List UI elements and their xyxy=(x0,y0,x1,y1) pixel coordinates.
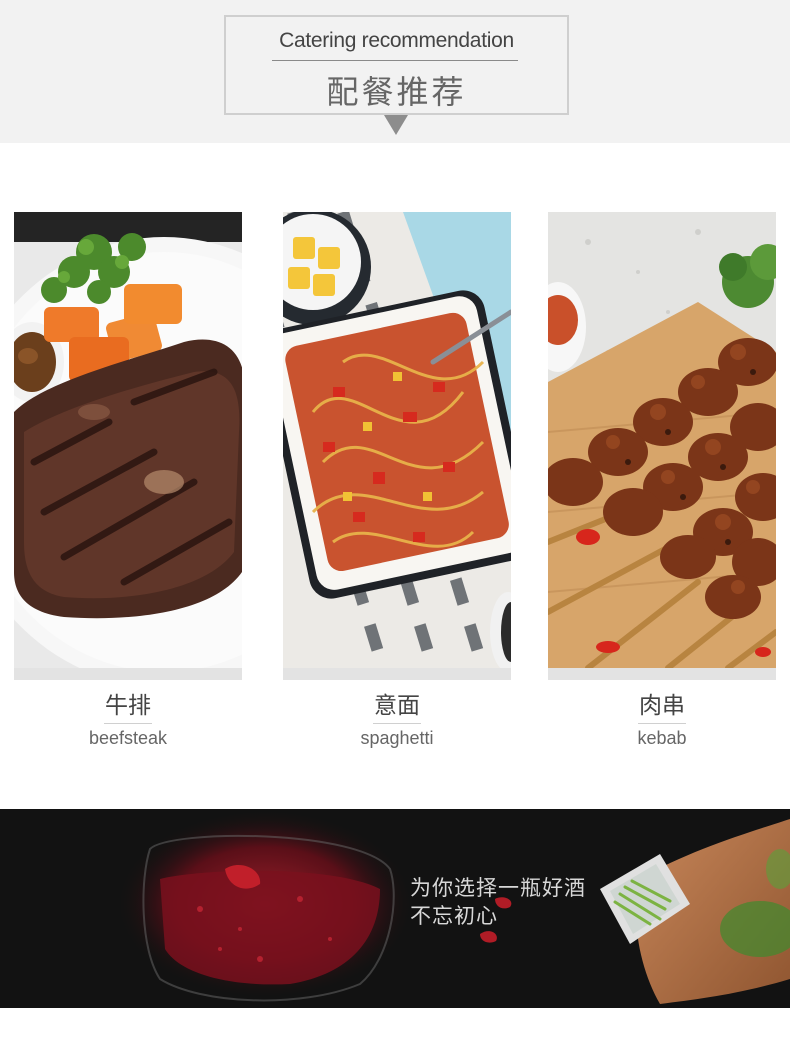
banner-slogan: 为你选择一瓶好酒 不忘初心 xyxy=(410,875,586,931)
wine-banner: 为你选择一瓶好酒 不忘初心 xyxy=(0,809,790,1008)
dish-name-english: spaghetti xyxy=(360,728,434,748)
dish-name-divider xyxy=(373,723,421,724)
down-arrow-icon xyxy=(384,115,408,135)
kebab-photo xyxy=(548,212,776,668)
title-divider xyxy=(272,60,518,61)
title-chinese: 配餐推荐 xyxy=(326,74,467,110)
photo-caption-strip xyxy=(14,668,242,680)
banner-slogan-line-2: 不忘初心 xyxy=(410,905,498,928)
dish-name-chinese: 肉串 xyxy=(639,692,685,718)
dish-name-english: beefsteak xyxy=(88,728,168,748)
spaghetti-photo xyxy=(283,212,511,668)
dish-name-chinese: 牛排 xyxy=(105,692,151,718)
photo-caption-strip xyxy=(548,668,776,680)
dish-name-divider xyxy=(104,723,152,724)
title-frame: Catering recommendation 配餐推荐 xyxy=(224,15,569,115)
beefsteak-photo xyxy=(14,212,242,668)
dish-name-divider xyxy=(638,723,686,724)
banner-slogan-line-1: 为你选择一瓶好酒 xyxy=(410,877,586,900)
dish-card-spaghetti[interactable]: 意面 spaghetti xyxy=(283,212,511,749)
section-header: Catering recommendation 配餐推荐 xyxy=(0,0,790,143)
dish-card-kebab[interactable]: 肉串 kebab xyxy=(548,212,776,749)
title-english: Catering recommendation xyxy=(279,29,514,52)
dish-name-english: kebab xyxy=(637,728,687,748)
dish-card-beefsteak[interactable]: 牛排 beefsteak xyxy=(14,212,242,749)
dish-name-chinese: 意面 xyxy=(374,692,420,718)
photo-caption-strip xyxy=(283,668,511,680)
